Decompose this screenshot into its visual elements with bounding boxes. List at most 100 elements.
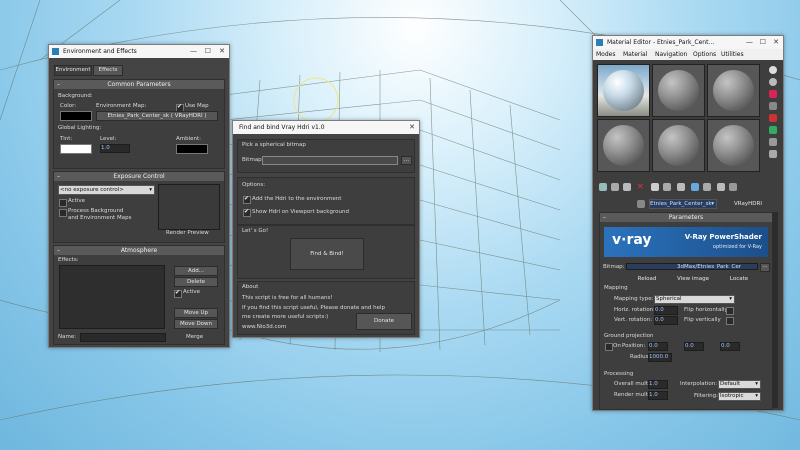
show-hdri-checkbox[interactable] — [243, 208, 251, 217]
parameters-header[interactable]: – Parameters — [600, 213, 772, 222]
atmosphere-active-checkbox[interactable] — [174, 289, 182, 298]
level-spinner[interactable]: 1.0 — [100, 144, 130, 153]
show-map-icon[interactable] — [691, 183, 699, 191]
menu-modes[interactable]: Modes — [596, 51, 615, 58]
env-map-button[interactable]: Etnies_Park_Center_sk ( VRayHDRI ) — [96, 111, 218, 121]
mat-titlebar[interactable]: Material Editor - Etnies_Park_Cent... — … — [593, 36, 783, 49]
flip-vertically-checkbox[interactable] — [726, 317, 734, 325]
find-bind-button[interactable]: Find & Bind! — [290, 238, 364, 270]
overall-mult-spinner[interactable]: 1.0 — [648, 380, 668, 389]
common-parameters-header[interactable]: – Common Parameters — [54, 80, 224, 89]
go-to-parent-icon[interactable] — [717, 183, 725, 191]
sample-type-icon[interactable] — [769, 66, 777, 74]
ambient-label: Ambient: — [176, 136, 202, 142]
flip-horizontally-checkbox[interactable] — [726, 307, 734, 315]
options-section: Options: Add the Hdri to the environment… — [237, 177, 415, 225]
backlight-icon[interactable] — [769, 78, 777, 86]
material-slot-4[interactable] — [597, 119, 650, 172]
material-slot-6[interactable] — [707, 119, 760, 172]
assign-to-selection-icon[interactable] — [623, 183, 631, 191]
effects-list[interactable] — [59, 265, 165, 329]
mat-close-icon[interactable]: ✕ — [773, 36, 779, 49]
map-name-field[interactable]: Etnies_Park_Center_sk — [649, 199, 717, 209]
position-z-spinner[interactable]: 0.0 — [720, 342, 740, 351]
close-icon[interactable]: ✕ — [219, 45, 225, 58]
merge-button[interactable]: Merge — [186, 334, 203, 340]
view-image-button[interactable]: View image — [672, 274, 714, 285]
put-to-library-icon[interactable] — [663, 183, 671, 191]
ground-on-checkbox[interactable] — [605, 343, 613, 351]
material-slot-3[interactable] — [707, 64, 760, 117]
exposure-control-header[interactable]: – Exposure Control — [54, 172, 224, 181]
filtering-select[interactable]: Isotropic — [718, 392, 761, 401]
find-close-icon[interactable]: ✕ — [409, 121, 415, 134]
material-slot-2[interactable] — [652, 64, 705, 117]
env-titlebar[interactable]: Environment and Effects — ☐ ✕ — [49, 45, 229, 58]
position-x-spinner[interactable]: 0.0 — [648, 342, 668, 351]
add-hdri-checkbox[interactable] — [243, 195, 251, 204]
material-id-icon[interactable] — [677, 183, 685, 191]
material-slot-1[interactable] — [597, 64, 650, 117]
donate-button[interactable]: Donate — [356, 313, 412, 330]
interpolation-select[interactable]: Default — [718, 380, 761, 389]
map-type-button[interactable]: VRayHDRI — [725, 199, 771, 209]
move-up-button[interactable]: Move Up — [174, 308, 218, 318]
put-to-scene-icon[interactable] — [611, 183, 619, 191]
menu-options[interactable]: Options — [693, 51, 716, 58]
material-slot-5[interactable] — [652, 119, 705, 172]
position-y-spinner[interactable]: 0.0 — [684, 342, 704, 351]
bitmap-path-display[interactable]: 3dMax/Etnies_Park_Cer — [626, 263, 758, 270]
background-color-swatch[interactable] — [60, 111, 92, 121]
render-mult-spinner[interactable]: 1.0 — [648, 391, 668, 400]
tab-effects[interactable]: Effects — [93, 65, 123, 76]
radius-spinner[interactable]: 1000.0 — [648, 353, 672, 362]
minimize-icon[interactable]: — — [190, 45, 197, 58]
menu-navigation[interactable]: Navigation — [655, 51, 687, 58]
tab-environment[interactable]: Environment — [54, 65, 92, 76]
maximize-icon[interactable]: ☐ — [205, 45, 211, 58]
exposure-active-checkbox[interactable] — [59, 199, 67, 207]
options-icon[interactable] — [769, 138, 777, 146]
process-bg-checkbox[interactable] — [59, 209, 67, 217]
about-url[interactable]: www.Nio3d.com — [242, 324, 286, 330]
get-material-icon[interactable] — [599, 183, 607, 191]
mapping-type-select[interactable]: Spherical — [654, 295, 735, 304]
video-color-check-icon[interactable] — [769, 114, 777, 122]
bitmap-browse-button[interactable]: ... — [401, 156, 412, 165]
background-label: Background: — [58, 93, 93, 99]
go-forward-sibling-icon[interactable] — [729, 183, 737, 191]
exposure-select[interactable]: <no exposure control> — [58, 185, 155, 195]
tint-color-swatch[interactable] — [60, 144, 92, 154]
effect-name-field[interactable] — [80, 333, 166, 342]
pick-material-icon[interactable] — [637, 200, 645, 208]
reset-map-icon[interactable]: ✕ — [637, 183, 645, 191]
make-preview-icon[interactable] — [769, 126, 777, 134]
sample-uv-tiling-icon[interactable] — [769, 102, 777, 110]
menu-utilities[interactable]: Utilities — [721, 51, 744, 58]
render-preview-label[interactable]: Render Preview — [166, 230, 209, 236]
locate-button[interactable]: Locate — [718, 274, 760, 285]
mat-maximize-icon[interactable]: ☐ — [760, 36, 766, 49]
menu-material[interactable]: Material — [623, 51, 647, 58]
mapping-label: Mapping — [604, 285, 628, 291]
use-map-label: Use Map — [185, 103, 209, 109]
make-unique-icon[interactable] — [651, 183, 659, 191]
bitmap-path-field[interactable] — [262, 156, 398, 165]
atmosphere-header[interactable]: – Atmosphere — [54, 246, 224, 255]
delete-effect-button[interactable]: Delete — [174, 277, 218, 287]
ambient-color-swatch[interactable] — [176, 144, 208, 154]
bitmap-browse-mat-button[interactable]: ... — [760, 263, 770, 272]
mat-scrollbar[interactable] — [773, 212, 778, 408]
select-by-material-icon[interactable] — [769, 150, 777, 158]
move-down-button[interactable]: Move Down — [174, 319, 218, 329]
horiz-rotation-spinner[interactable]: 0.0 — [654, 306, 678, 315]
mat-minimize-icon[interactable]: — — [746, 36, 753, 49]
vray-subtitle: optimized for V-Ray — [712, 244, 762, 250]
vert-rotation-spinner[interactable]: 0.0 — [654, 316, 678, 325]
reload-button[interactable]: Reload — [626, 274, 668, 285]
find-titlebar[interactable]: Find and bind Vray Hdri v1.0 ✕ — [233, 121, 419, 134]
env-map-label: Environment Map: — [96, 103, 147, 109]
show-end-result-icon[interactable] — [703, 183, 711, 191]
background-pattern-icon[interactable] — [769, 90, 777, 98]
add-effect-button[interactable]: Add... — [174, 266, 218, 276]
